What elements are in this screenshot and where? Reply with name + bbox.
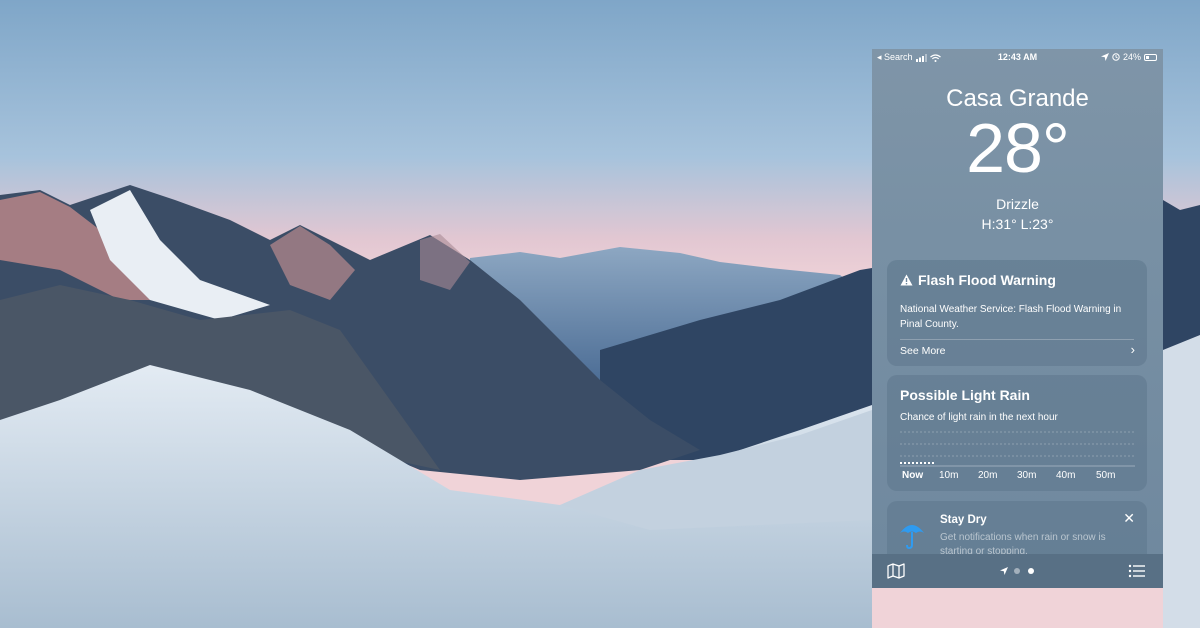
page-indicator-dot[interactable] <box>1014 568 1020 574</box>
umbrella-icon <box>900 525 924 550</box>
current-temperature: 28° <box>966 109 1070 187</box>
rain-label-50m: 50m <box>1096 470 1116 481</box>
warning-triangle-icon <box>900 274 913 286</box>
alarm-icon <box>1112 53 1120 61</box>
rain-label-20m: 20m <box>978 470 998 481</box>
list-icon[interactable] <box>1128 564 1146 578</box>
precipitation-card: Possible Light Rain Chance of light rain… <box>887 375 1147 491</box>
rain-label-30m: 30m <box>1017 470 1037 481</box>
rain-card-subtitle: Chance of light rain in the next hour <box>900 412 1058 423</box>
warning-title-row: Flash Flood Warning <box>900 272 1056 288</box>
battery-percentage: 24% <box>1122 52 1141 62</box>
weather-app-phone-screen: ◂ Search 12:43 AM 24% Casa Grande 28° Dr… <box>872 49 1163 588</box>
warning-title: Flash Flood Warning <box>918 272 1056 288</box>
bottom-toolbar <box>872 554 1163 588</box>
rain-card-title: Possible Light Rain <box>900 387 1030 403</box>
warning-divider <box>900 339 1134 340</box>
chevron-right-icon[interactable]: › <box>1131 342 1135 357</box>
rain-time-axis: Now 10m 20m 30m 40m 50m <box>900 470 1135 482</box>
status-bar-right: 24% <box>1100 52 1157 62</box>
precipitation-chart <box>900 431 1135 467</box>
location-services-icon <box>1100 53 1109 61</box>
rain-label-10m: 10m <box>939 470 959 481</box>
rain-label-now: Now <box>902 470 924 481</box>
flash-flood-warning-card[interactable]: Flash Flood Warning National Weather Ser… <box>887 260 1147 366</box>
battery-icon <box>1144 53 1157 61</box>
location-arrow-icon[interactable] <box>1000 567 1008 575</box>
status-bar: ◂ Search 12:43 AM 24% <box>872 49 1163 66</box>
map-icon[interactable] <box>887 563 905 579</box>
stay-dry-title: Stay Dry <box>940 514 987 526</box>
close-icon[interactable]: ✕ <box>1123 510 1135 527</box>
warning-body: National Weather Service: Flash Flood Wa… <box>900 304 1122 330</box>
weather-condition: Drizzle <box>996 196 1039 212</box>
page-indicator-dot-active[interactable] <box>1028 568 1034 574</box>
high-low-temperature: H:31° L:23° <box>981 216 1054 232</box>
rain-label-40m: 40m <box>1056 470 1076 481</box>
see-more-link[interactable]: See More <box>900 345 946 357</box>
